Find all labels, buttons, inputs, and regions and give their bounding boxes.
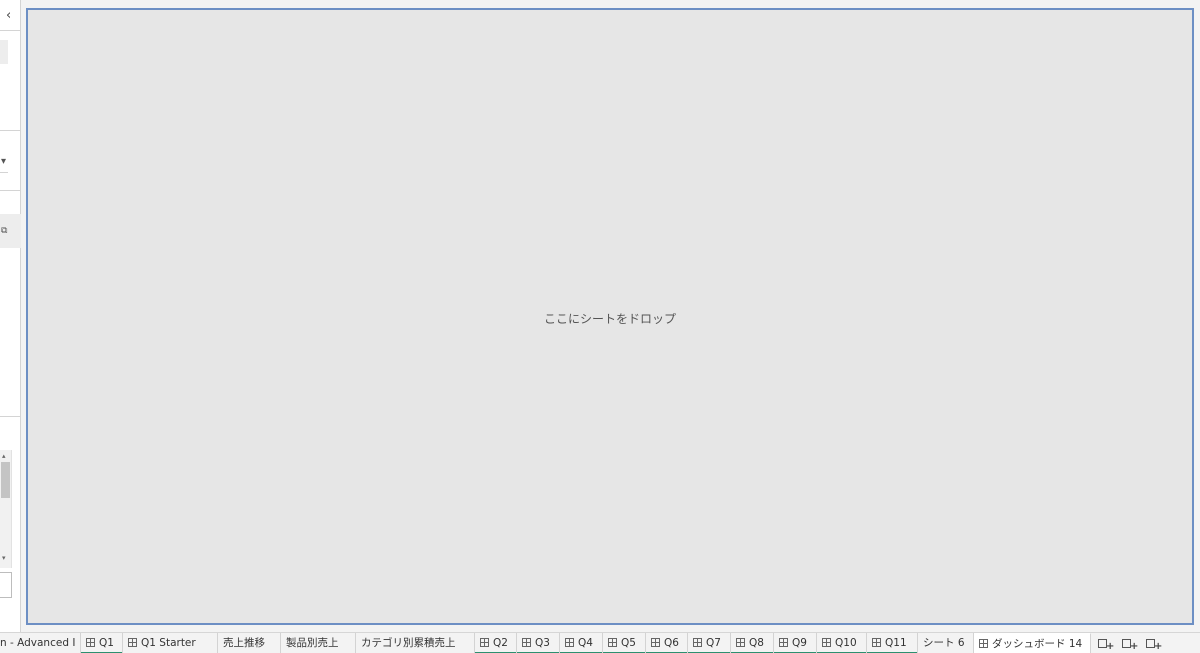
tab-q2[interactable]: Q2 [475,633,517,653]
tab-cumulative-sales-by-category[interactable]: カテゴリ別累積売上 [356,633,475,653]
tab-label: Q1 Starter [141,637,196,649]
tab-label: Q8 [749,637,764,649]
tab-q11[interactable]: Q11 [867,633,918,653]
scrollbar-thumb[interactable] [1,462,10,498]
tab-label: Q1 [99,637,114,649]
new-worksheet-button[interactable]: + [1093,634,1115,653]
sheet-drop-zone[interactable]: ここにシートをドロップ [26,8,1194,625]
tab-q7[interactable]: Q7 [688,633,731,653]
panel-divider [0,190,21,191]
worksheet-icon [608,638,617,647]
new-dashboard-button[interactable]: + [1117,634,1139,653]
tab-label: Q9 [792,637,807,649]
worksheet-icon [565,638,574,647]
tab-label: Q7 [706,637,721,649]
worksheet-icon [822,638,831,647]
tab-q1[interactable]: Q1 [81,633,123,653]
tab-label: Q3 [535,637,550,649]
collapse-panel-button[interactable]: ‹ [6,8,18,24]
dropdown-arrow-icon[interactable]: ▾ [1,157,6,167]
tab-label: 製品別売上 [286,637,339,649]
panel-scrollbar[interactable]: ▴ ▾ [0,450,12,568]
worksheet-icon [779,638,788,647]
panel-divider [0,172,8,173]
tab-label: n - Advanced I [0,637,76,649]
workbook-window: ‹ ▾ ⧉ ▴ ▾ ここにシートをドロップ n - Advanced I Q1 … [0,0,1200,653]
tab-q9[interactable]: Q9 [774,633,817,653]
panel-divider [0,30,21,31]
worksheet-icon [872,638,881,647]
panel-search-input[interactable] [0,572,12,598]
scroll-down-icon[interactable]: ▾ [2,554,10,562]
sheet-tab-strip: n - Advanced I Q1 Q1 Starter 売上推移 製品別売上 … [0,632,1200,653]
tab-sheet-6[interactable]: シート 6 [918,633,974,653]
tab-q1-starter[interactable]: Q1 Starter [123,633,218,653]
worksheet-icon [693,638,702,647]
tab-label: 売上推移 [223,637,265,649]
tab-label: Q2 [493,637,508,649]
dashboard-icon [979,639,988,648]
worksheet-icon [651,638,660,647]
tab-q10[interactable]: Q10 [817,633,867,653]
tab-label: カテゴリ別累積売上 [361,637,456,649]
tab-label: シート 6 [923,637,965,649]
panel-divider [0,130,21,131]
worksheet-icon [736,638,745,647]
worksheet-icon [480,638,489,647]
tab-label: Q5 [621,637,636,649]
worksheet-icon [86,638,95,647]
worksheet-icon [522,638,531,647]
drop-zone-label: ここにシートをドロップ [543,312,676,326]
tab-q8[interactable]: Q8 [731,633,774,653]
panel-field[interactable] [0,40,8,64]
scroll-up-icon[interactable]: ▴ [2,452,10,460]
tab-label: Q10 [835,637,857,649]
worksheet-icon [128,638,137,647]
tab-q4[interactable]: Q4 [560,633,603,653]
tab-label: Q4 [578,637,593,649]
tab-label: Q11 [885,637,907,649]
tab-label: ダッシュボード 14 [992,638,1083,650]
tab-q6[interactable]: Q6 [646,633,688,653]
tab-q5[interactable]: Q5 [603,633,646,653]
tab-label: Q6 [664,637,679,649]
popout-icon[interactable]: ⧉ [1,226,7,236]
left-side-panel: ‹ ▾ ⧉ ▴ ▾ [0,0,21,632]
tab-dashboard-14[interactable]: ダッシュボード 14 [974,633,1091,653]
tab-q3[interactable]: Q3 [517,633,560,653]
tab-sales-trend[interactable]: 売上推移 [218,633,281,653]
panel-divider [0,416,21,417]
new-story-button[interactable]: + [1141,634,1163,653]
tab-sales-by-product[interactable]: 製品別売上 [281,633,356,653]
tab-advanced[interactable]: n - Advanced I [0,633,81,653]
